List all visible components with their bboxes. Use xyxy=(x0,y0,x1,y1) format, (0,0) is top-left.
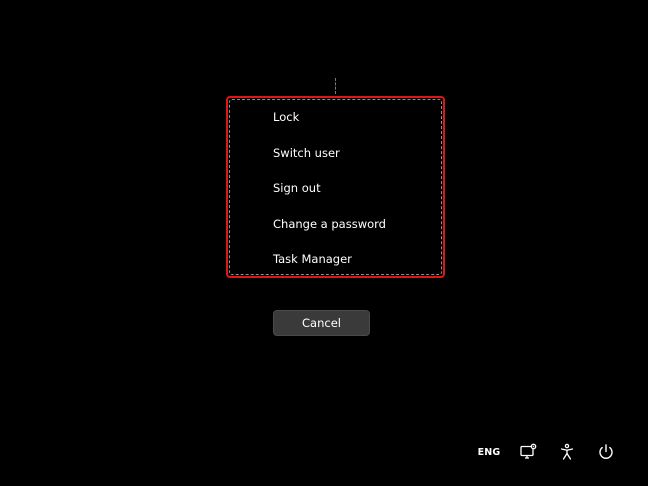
task-manager-option[interactable]: Task Manager xyxy=(273,246,386,282)
cancel-button[interactable]: Cancel xyxy=(273,310,370,336)
power-icon[interactable] xyxy=(595,441,617,463)
language-indicator[interactable]: ENG xyxy=(476,441,502,463)
lock-option[interactable]: Lock xyxy=(273,104,386,140)
change-password-option[interactable]: Change a password xyxy=(273,211,386,247)
ctrl-alt-del-screen: Lock Switch user Sign out Change a passw… xyxy=(0,0,648,486)
accessibility-icon[interactable] xyxy=(556,441,578,463)
network-icon[interactable] xyxy=(517,441,539,463)
security-options-list: Lock Switch user Sign out Change a passw… xyxy=(273,104,386,282)
sign-out-option[interactable]: Sign out xyxy=(273,175,386,211)
switch-user-option[interactable]: Switch user xyxy=(273,140,386,176)
dashed-guide-line xyxy=(335,78,336,94)
